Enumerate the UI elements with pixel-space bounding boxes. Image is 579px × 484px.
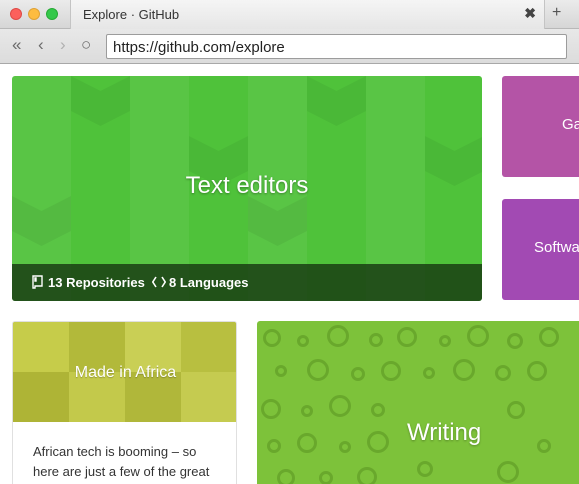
pattern-ring	[351, 367, 365, 381]
pattern-ring	[507, 401, 525, 419]
tab-close-icon[interactable]: ✖	[524, 5, 536, 22]
pattern-ring	[367, 431, 389, 453]
url-text[interactable]: https://github.com/explore	[113, 39, 285, 56]
pattern-ring	[339, 441, 351, 453]
pattern-ring	[371, 403, 385, 417]
pattern-ring	[467, 325, 489, 347]
url-bar[interactable]: https://github.com/explore	[106, 34, 567, 59]
collection-card-text-editors[interactable]: Text editors 13 Repositories 8 Languages	[12, 76, 482, 301]
reload-icon[interactable]: ○	[81, 35, 91, 55]
close-window-button[interactable]	[10, 8, 22, 20]
pattern-ring	[267, 439, 281, 453]
languages-count: 8 Languages	[169, 275, 249, 290]
repositories-count: 13 Repositories	[48, 275, 145, 290]
pattern-ring	[453, 359, 475, 381]
card-hero: Made in Africa	[13, 322, 236, 422]
pattern-ring	[495, 365, 511, 381]
pattern-ring	[423, 367, 435, 379]
pattern-ring	[381, 361, 401, 381]
pattern-ring	[297, 433, 317, 453]
tab-title: Explore · GitHub	[83, 7, 180, 22]
pattern-ring	[297, 335, 309, 347]
browser-toolbar: « ‹ › ○ https://github.com/explore	[0, 29, 579, 64]
forward-icon[interactable]: ›	[60, 35, 66, 55]
browser-tab[interactable]: Explore · GitHub ✖	[70, 0, 545, 29]
back-icon[interactable]: ‹	[38, 35, 44, 55]
card-description: African tech is booming – so here are ju…	[33, 444, 210, 479]
pattern-ring	[277, 469, 295, 484]
pattern-ring	[263, 329, 281, 347]
collection-card-writing[interactable]: Writing	[257, 321, 579, 484]
zoom-window-button[interactable]	[46, 8, 58, 20]
pattern-ring	[417, 461, 433, 477]
browser-window: Explore · GitHub ✖ + « ‹ › ○ https://git…	[0, 0, 579, 484]
pattern-ring	[319, 471, 333, 484]
card-title[interactable]: Writing	[407, 419, 481, 447]
card-footer: 13 Repositories 8 Languages	[12, 264, 482, 301]
pattern-ring	[369, 333, 383, 347]
page-viewport: Text editors 13 Repositories 8 Languages…	[0, 65, 579, 484]
pattern-ring	[497, 461, 519, 483]
collection-card-made-in-africa[interactable]: Made in Africa African tech is booming –…	[12, 321, 237, 484]
new-tab-button[interactable]: +	[552, 4, 561, 22]
pattern-ring	[527, 361, 547, 381]
pattern-ring	[301, 405, 313, 417]
history-back-icon[interactable]: «	[12, 35, 21, 55]
pattern-ring	[357, 467, 377, 484]
pattern-ring	[307, 359, 329, 381]
minimize-window-button[interactable]	[28, 8, 40, 20]
code-icon	[152, 276, 166, 288]
collection-card-games[interactable]: Ga	[502, 76, 579, 177]
pattern-ring	[327, 325, 349, 347]
title-bar: Explore · GitHub ✖ +	[0, 0, 579, 29]
card-title[interactable]: Ga	[562, 116, 579, 133]
pattern-ring	[537, 439, 551, 453]
pattern-ring	[397, 327, 417, 347]
pattern-ring	[275, 365, 287, 377]
collection-card-software[interactable]: Softwa	[502, 199, 579, 300]
card-title[interactable]: Text editors	[12, 172, 482, 200]
pattern-ring	[539, 327, 559, 347]
pattern-ring	[329, 395, 351, 417]
pattern-ring	[507, 333, 523, 349]
repo-icon	[32, 275, 43, 289]
pattern-ring	[439, 335, 451, 347]
card-title[interactable]: Softwa	[534, 239, 579, 256]
pattern-ring	[261, 399, 281, 419]
card-title[interactable]: Made in Africa	[13, 364, 236, 382]
